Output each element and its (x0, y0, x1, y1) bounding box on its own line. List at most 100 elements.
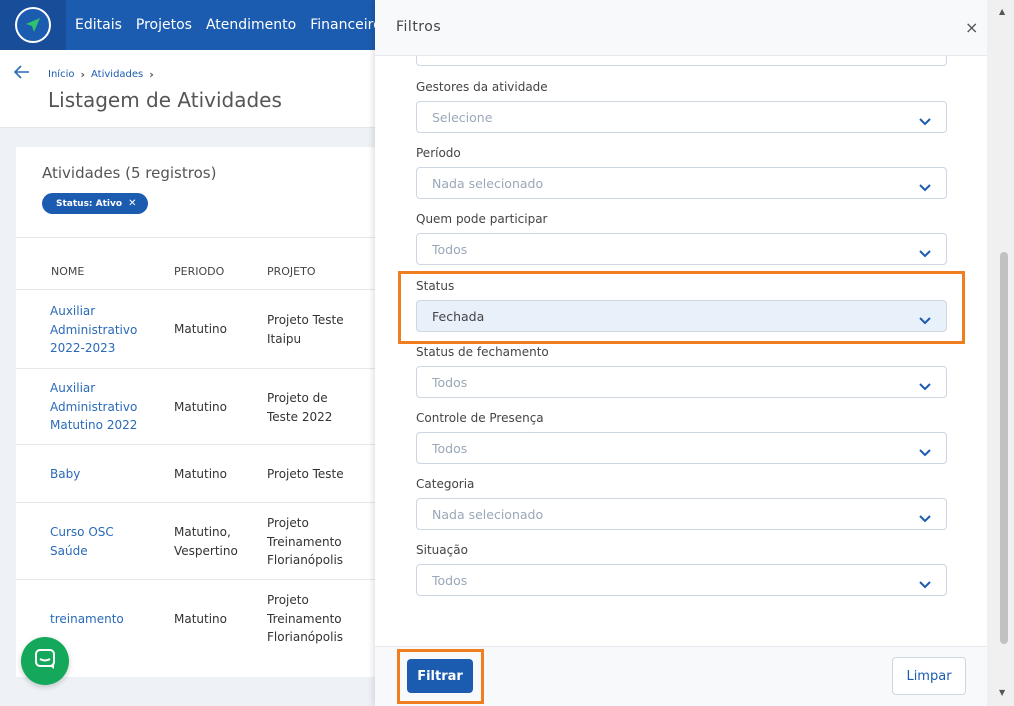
cell-line: Projeto (267, 516, 309, 530)
cell-line: Matutino (174, 322, 228, 336)
cell-nome[interactable]: Curso OSC Saúde (50, 523, 114, 560)
table-row: Curso OSC Saúde Matutino, Vespertino Projeto… (16, 502, 416, 579)
panel-body: Gestores da atividade Selecione Período Nad… (375, 56, 987, 646)
table-row: Auxiliar Administrativo 2022-2023 Matutino P… (16, 289, 416, 368)
chevron-down-icon (918, 377, 932, 396)
logo[interactable] (0, 0, 66, 50)
partial-field[interactable] (416, 56, 947, 66)
cell-nome[interactable]: Baby (50, 465, 80, 484)
select-value: Todos (432, 573, 468, 589)
cell-line: Treinamento (267, 534, 342, 549)
main-nav: Editais Projetos Atendimento Financeiro (75, 0, 382, 50)
cell-line: Matutino (174, 612, 228, 626)
close-icon[interactable]: × (965, 18, 978, 37)
cell-line: Florianópolis (267, 553, 344, 567)
filter-button[interactable]: Filtrar (407, 659, 473, 693)
cell-line: Vespertino (174, 543, 238, 558)
cell-line[interactable]: Auxiliar (50, 379, 137, 398)
cell-periodo: Matutino (174, 398, 227, 417)
cell-line: Matutino (174, 400, 228, 414)
cell-line: Treinamento (267, 611, 342, 626)
cell-line[interactable]: Administrativo (50, 321, 137, 340)
cell-nome[interactable]: Auxiliar Administrativo 2022-2023 (50, 302, 137, 358)
cell-line[interactable]: Administrativo (50, 398, 137, 417)
scroll-thumb[interactable] (1000, 252, 1008, 644)
cell-periodo: Matutino (174, 610, 227, 629)
cell-line: Projeto (267, 593, 309, 607)
breadcrumb: Início › Atividades › (48, 68, 154, 81)
select-value: Nada selecionado (432, 176, 544, 192)
cell-projeto: Projeto Treinamento Florianópolis (267, 514, 343, 570)
column-periodo[interactable]: PERIODO (174, 265, 224, 278)
panel-header: Filtros × (375, 0, 987, 56)
select-quem-pode-participar[interactable]: Todos (416, 233, 947, 266)
cell-line: Matutino, (174, 525, 231, 539)
cell-line[interactable]: Curso OSC (50, 523, 114, 542)
cell-projeto: Projeto Teste Itaipu (267, 311, 344, 348)
scroll-down-icon[interactable]: ▼ (999, 688, 1005, 697)
breadcrumb-home[interactable]: Início (48, 69, 74, 80)
clear-button[interactable]: Limpar (892, 657, 966, 695)
breadcrumb-atividades[interactable]: Atividades (91, 69, 143, 80)
cell-periodo: Matutino, Vespertino (174, 523, 238, 560)
label-situacao: Situação (416, 543, 468, 558)
cell-line[interactable]: Matutino 2022 (50, 416, 137, 435)
cell-projeto: Projeto Treinamento Florianópolis (267, 591, 343, 647)
label-categoria: Categoria (416, 477, 475, 492)
chip-label: Status: Ativo (56, 198, 123, 209)
table-row: Auxiliar Administrativo Matutino 2022 Matut… (16, 368, 416, 444)
breadcrumb-separator: › (80, 68, 86, 81)
chevron-down-icon (918, 509, 932, 528)
select-value: Nada selecionado (432, 507, 544, 523)
label-status-de-fechamento: Status de fechamento (416, 344, 549, 359)
label-controle-de-presenca: Controle de Presença (416, 411, 544, 425)
select-situacao[interactable]: Todos (416, 564, 947, 597)
cell-nome[interactable]: treinamento (50, 610, 124, 629)
chevron-down-icon (918, 178, 932, 197)
select-gestores-da-atividade[interactable]: Selecione (416, 101, 947, 133)
chat-button[interactable] (21, 637, 69, 685)
cell-line[interactable]: Baby (50, 465, 80, 484)
cell-line[interactable]: treinamento (50, 610, 124, 629)
cell-line[interactable]: Saúde (50, 542, 114, 561)
select-periodo[interactable]: Nada selecionado (416, 167, 947, 200)
cell-line: Projeto de (267, 391, 328, 405)
cell-projeto: Projeto Teste (267, 465, 344, 484)
panel-footer: Filtrar Limpar (375, 646, 987, 706)
cell-line: Projeto Teste (267, 313, 344, 327)
select-value: Todos (432, 242, 468, 258)
status-filter-chip: Status: Ativo ✕ (42, 193, 149, 214)
status-highlight (398, 271, 965, 344)
cell-line: Teste 2022 (267, 409, 333, 424)
table-row: treinamento Matutino Projeto Treinamento Flo… (16, 579, 416, 657)
column-projeto[interactable]: PROJETO (267, 265, 316, 278)
chevron-down-icon (918, 575, 932, 594)
panel-title: Filtros (396, 19, 442, 35)
cell-projeto: Projeto de Teste 2022 (267, 389, 332, 426)
scrollbar[interactable]: ▲ ▼ (987, 0, 1014, 706)
cell-periodo: Matutino (174, 465, 227, 484)
label-quem-pode-participar: Quem pode participar (416, 212, 548, 227)
card-title: Atividades (5 registros) (42, 164, 217, 182)
chevron-down-icon (918, 112, 932, 131)
back-arrow-icon[interactable] (13, 64, 30, 83)
scroll-up-icon[interactable]: ▲ (999, 7, 1005, 16)
logo-icon (15, 7, 51, 43)
nav-projetos[interactable]: Projetos (136, 17, 192, 33)
column-nome[interactable]: NOME (51, 265, 84, 278)
breadcrumb-separator: › (149, 68, 154, 81)
cell-nome[interactable]: Auxiliar Administrativo Matutino 2022 (50, 379, 137, 435)
select-categoria[interactable]: Nada selecionado (416, 498, 947, 531)
cell-line[interactable]: Auxiliar (50, 302, 137, 321)
select-value: Todos (432, 441, 468, 456)
select-controle-de-presenca[interactable]: Todos (416, 432, 947, 464)
divider (16, 237, 416, 238)
nav-editais[interactable]: Editais (75, 17, 122, 33)
chevron-down-icon (918, 443, 932, 462)
nav-financeiro[interactable]: Financeiro (310, 17, 381, 33)
chip-remove-icon[interactable]: ✕ (128, 198, 136, 209)
cell-line[interactable]: 2022-2023 (50, 339, 137, 358)
page-title: Listagem de Atividades (48, 88, 282, 112)
select-status-de-fechamento[interactable]: Todos (416, 365, 947, 398)
nav-atendimento[interactable]: Atendimento (206, 17, 296, 33)
